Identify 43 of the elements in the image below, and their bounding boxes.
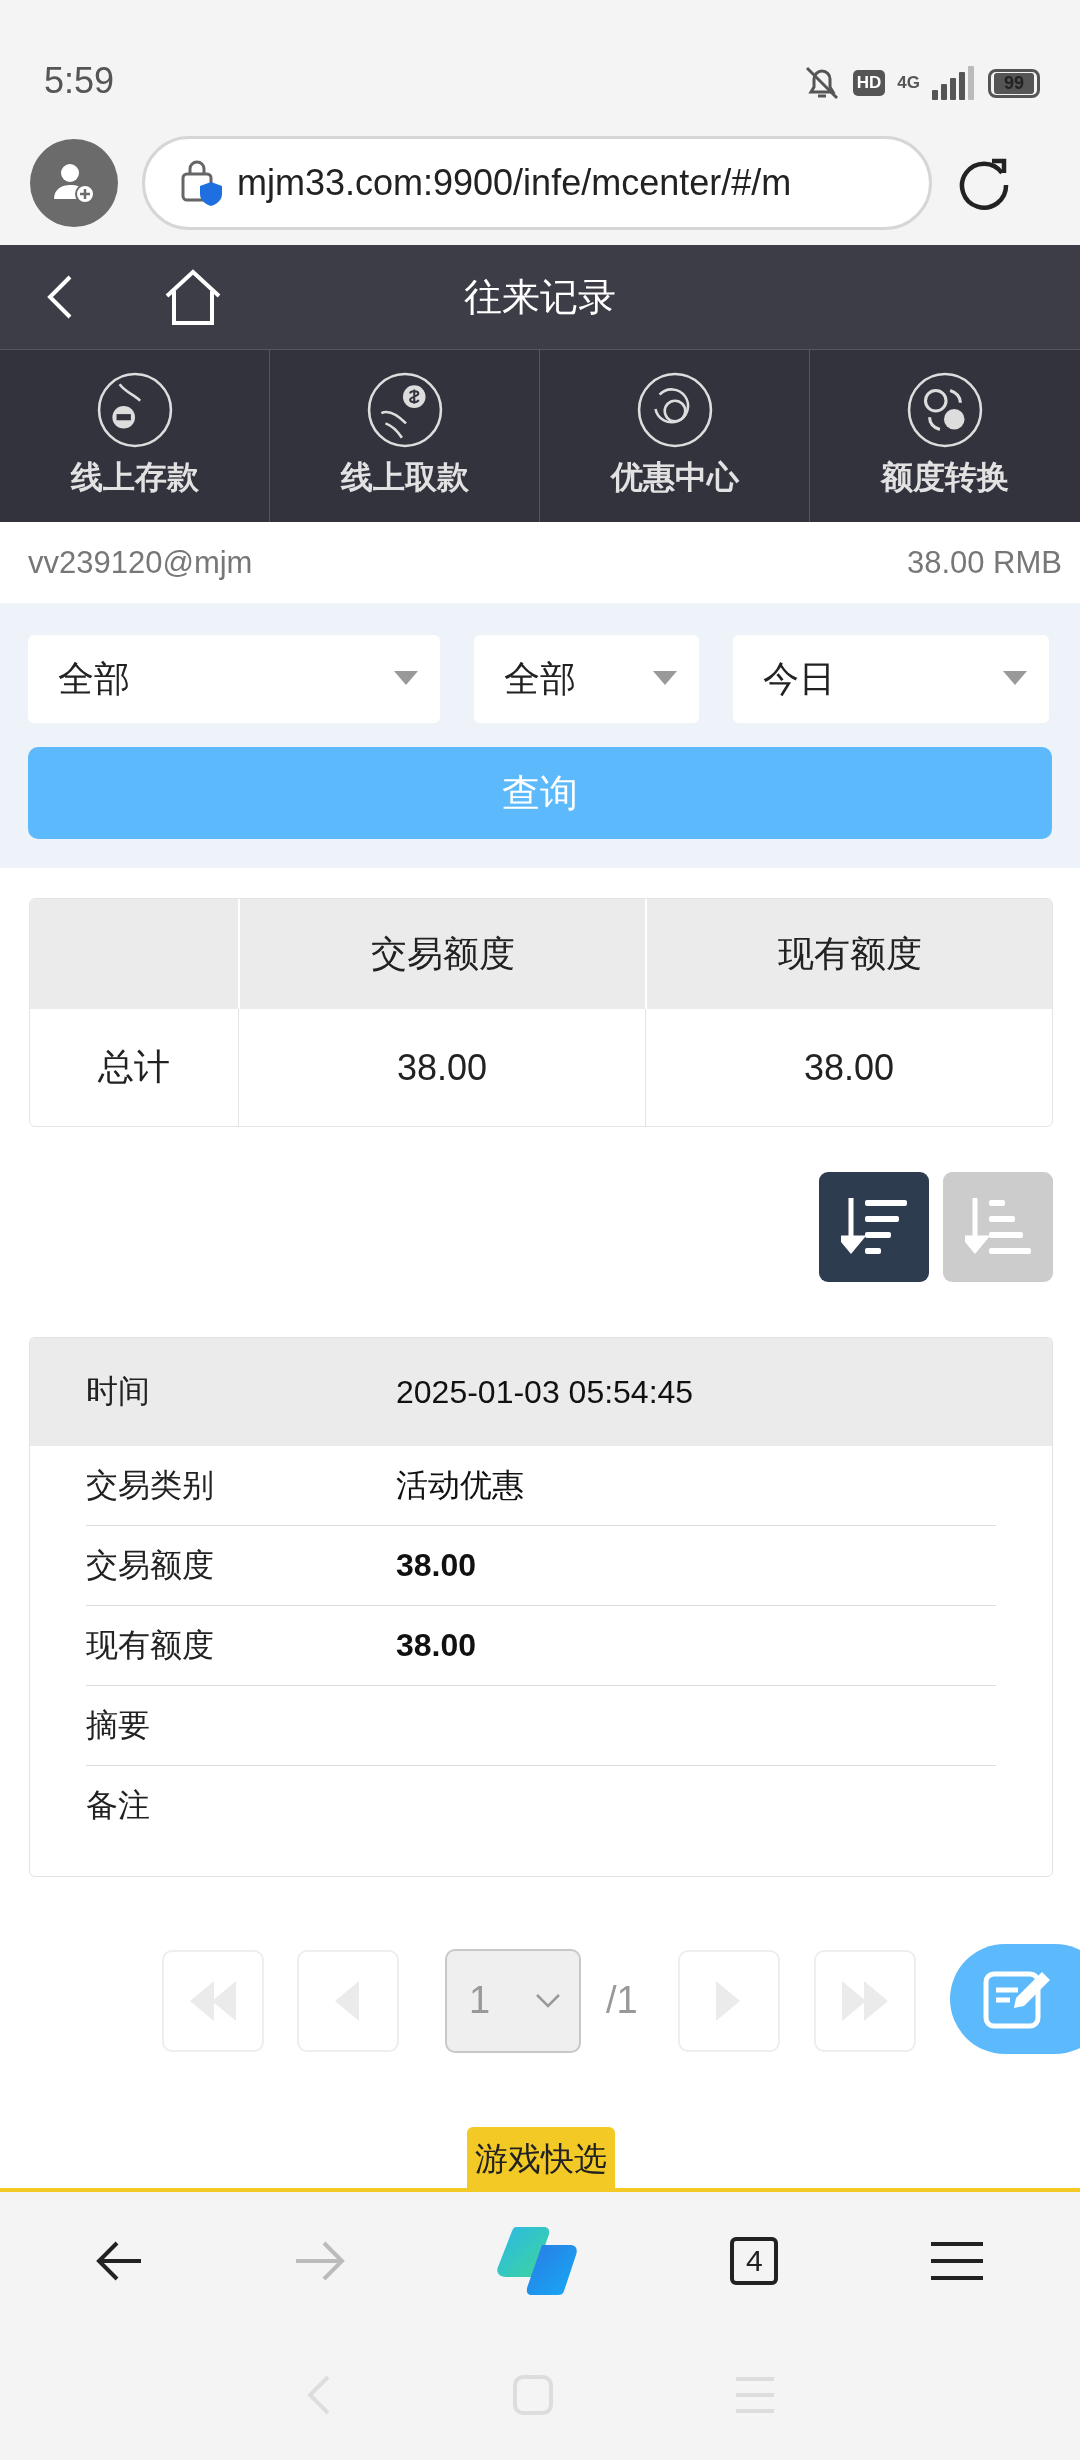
header-cell: 交易额度 (238, 899, 645, 1009)
field-label: 摘要 (86, 1705, 151, 1745)
field-label: 时间 (86, 1372, 151, 1411)
field-value: 38.00 (396, 1627, 477, 1664)
field-value: 2025-01-03 05:54:45 (396, 1373, 694, 1411)
dropdown-caret-icon (1003, 671, 1027, 687)
url-text: mjm33.com:9900/infe/mcenter/#/m (237, 161, 792, 204)
home-icon[interactable] (164, 269, 222, 325)
tab-count-button[interactable]: 4 (730, 2237, 779, 2285)
menu-icon[interactable] (928, 2240, 985, 2282)
secure-lock-icon (181, 159, 223, 206)
network-label: 4G (897, 73, 920, 93)
field-label: 现有额度 (86, 1625, 215, 1665)
sort-button[interactable] (819, 1172, 929, 1282)
field-value: 活动优惠 (396, 1465, 524, 1505)
table-cell-text: 总计 (97, 1045, 171, 1089)
filter-select[interactable]: 全部 (474, 635, 699, 723)
hd-badge: HD (852, 70, 886, 96)
balance: 38.00 RMB (906, 544, 1062, 581)
feedback-button[interactable] (950, 1944, 1080, 2054)
game-quick-select-tab[interactable]: 游戏快选 (467, 2127, 615, 2188)
dropdown-caret-icon (394, 671, 418, 687)
dropdown-caret-icon (653, 671, 677, 687)
address-bar[interactable]: mjm33.com:9900/infe/mcenter/#/m (142, 135, 932, 230)
page-title: 往来记录 (463, 274, 617, 320)
field-label: 备注 (86, 1786, 151, 1825)
signal-icon (931, 66, 976, 100)
field-value: 38.00 (396, 1547, 477, 1584)
table-cell: 38.00 (645, 1009, 1052, 1126)
field-label: 交易额度 (86, 1545, 215, 1585)
withdraw-icon (366, 372, 443, 448)
forward-arrow-icon[interactable] (293, 2240, 346, 2282)
back-arrow-icon[interactable] (95, 2240, 144, 2282)
header-cell: 现有额度 (645, 899, 1052, 1009)
nav-tile[interactable]: 额度转换 (810, 350, 1080, 522)
username: vv239120@mjm (28, 544, 253, 581)
page-total: /1 (606, 1979, 638, 2022)
field-label: 交易类别 (86, 1465, 215, 1505)
chevron-down-icon (535, 1992, 561, 2009)
table-cell: 38.00 (238, 1009, 645, 1126)
status-time: 5:59 (44, 60, 115, 102)
filter-select[interactable]: 全部 (28, 635, 440, 723)
filter-select[interactable]: 今日 (733, 635, 1049, 723)
